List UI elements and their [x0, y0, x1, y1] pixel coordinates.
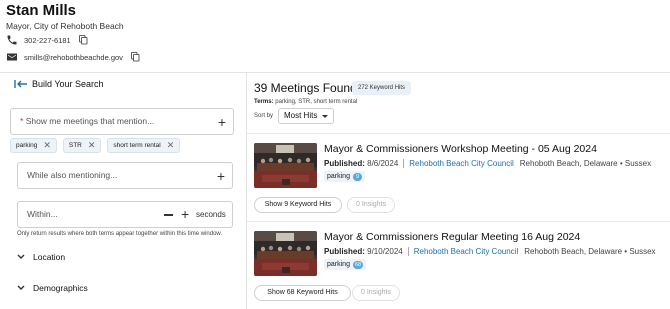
within-placeholder: Within...	[27, 209, 58, 219]
chevron-down-icon	[17, 254, 25, 259]
copy-phone-icon[interactable]	[78, 35, 88, 45]
phone-number: 302-227-6181	[24, 35, 71, 45]
within-input[interactable]: Within... + seconds	[17, 201, 233, 228]
search-panel: Build Your Search * Show me meetings tha…	[0, 73, 246, 309]
phone-icon	[7, 35, 17, 45]
back-build-search-button[interactable]: Build Your Search	[14, 79, 104, 89]
also-mention-input[interactable]: While also mentioning... +	[17, 162, 233, 189]
meeting-meta: Published: 8/6/2024 Rehoboth Beach City …	[324, 159, 651, 168]
published-date: 9/10/2024	[367, 247, 403, 256]
hit-term-badge: parking 9	[324, 171, 365, 182]
published-label: Published:	[324, 159, 365, 168]
email-row: smills@rehobothbeachde.gov	[6, 50, 140, 64]
remove-chip-icon[interactable]: ✕	[167, 141, 175, 150]
results-panel: 39 Meetings Found 272 Keyword Hits Terms…	[247, 73, 670, 309]
remove-chip-icon[interactable]: ✕	[43, 141, 51, 150]
within-note: Only return results where both terms app…	[17, 231, 223, 237]
meeting-meta: Published: 9/10/2024 Rehoboth Beach City…	[324, 247, 656, 256]
location-accordion[interactable]: Location	[17, 252, 65, 262]
result-divider	[247, 221, 670, 222]
meeting-location: Rehoboth Beach, Delaware • Sussex	[524, 247, 656, 256]
profile-title: Mayor, City of Rehoboth Beach	[6, 21, 124, 31]
hit-term-badge: parking 68	[324, 259, 367, 270]
published-date: 8/6/2024	[367, 159, 399, 168]
remove-chip-icon[interactable]: ✕	[88, 141, 96, 150]
demographics-label: Demographics	[33, 283, 88, 293]
profile-header: Stan Mills Mayor, City of Rehoboth Beach…	[0, 0, 670, 72]
phone-row: 302-227-6181	[6, 33, 88, 47]
mention-placeholder: Show me meetings that mention...	[25, 116, 155, 126]
meeting-thumbnail[interactable]	[254, 231, 317, 276]
results-count: 39 Meetings Found	[254, 81, 357, 95]
meeting-thumbnail[interactable]	[254, 143, 317, 188]
term-chips: parking ✕ STR ✕ short term rental ✕	[10, 138, 181, 153]
within-unit: seconds	[196, 210, 226, 219]
hit-count-badge: 9	[352, 172, 362, 181]
required-asterisk: *	[20, 116, 24, 126]
meeting-title[interactable]: Mayor & Commissioners Regular Meeting 16…	[324, 231, 580, 243]
demographics-accordion[interactable]: Demographics	[17, 283, 88, 293]
chip-str: STR ✕	[62, 138, 102, 153]
keyword-hits-badge: 272 Keyword Hits	[352, 81, 412, 95]
chip-short-term-rental: short term rental ✕	[107, 138, 181, 153]
result-divider	[247, 133, 670, 134]
meeting-title[interactable]: Mayor & Commissioners Workshop Meeting -…	[324, 143, 597, 155]
sort-select[interactable]: Most Hits	[278, 108, 334, 124]
back-label: Build Your Search	[32, 79, 104, 89]
back-arrow-icon	[14, 80, 27, 88]
chip-parking: parking ✕	[10, 138, 57, 153]
email-address: smills@rehobothbeachde.gov	[24, 52, 123, 62]
location-label: Location	[33, 252, 66, 262]
hit-count-badge: 68	[352, 260, 364, 269]
add-also-icon[interactable]: +	[217, 169, 225, 183]
terms-summary: Terms: parking, STR, short term rental	[254, 99, 358, 105]
caret-down-icon	[322, 115, 328, 118]
decrease-icon[interactable]	[164, 214, 173, 216]
add-mention-icon[interactable]: +	[218, 115, 226, 129]
copy-email-icon[interactable]	[131, 52, 140, 62]
insights-button[interactable]: 0 Insights	[352, 285, 400, 301]
increase-icon[interactable]: +	[181, 207, 189, 221]
published-label: Published:	[324, 247, 365, 256]
mention-input[interactable]: * Show me meetings that mention... +	[10, 108, 234, 135]
org-link[interactable]: Rehoboth Beach City Council	[409, 159, 514, 168]
profile-name: Stan Mills	[6, 2, 77, 19]
show-keyword-hits-button[interactable]: Show 68 Keyword Hits	[254, 285, 351, 301]
sort-label: Sort by	[254, 113, 274, 119]
meeting-location: Rehoboth Beach, Delaware • Sussex	[519, 159, 652, 168]
show-keyword-hits-button[interactable]: Show 9 Keyword Hits	[254, 197, 342, 213]
mail-icon	[7, 53, 17, 61]
insights-button[interactable]: 0 Insights	[347, 197, 395, 213]
org-link[interactable]: Rehoboth Beach City Council	[414, 247, 519, 256]
chevron-down-icon	[17, 285, 25, 290]
meta-separator	[407, 247, 409, 256]
meta-separator	[403, 159, 405, 168]
also-placeholder: While also mentioning...	[27, 170, 118, 180]
